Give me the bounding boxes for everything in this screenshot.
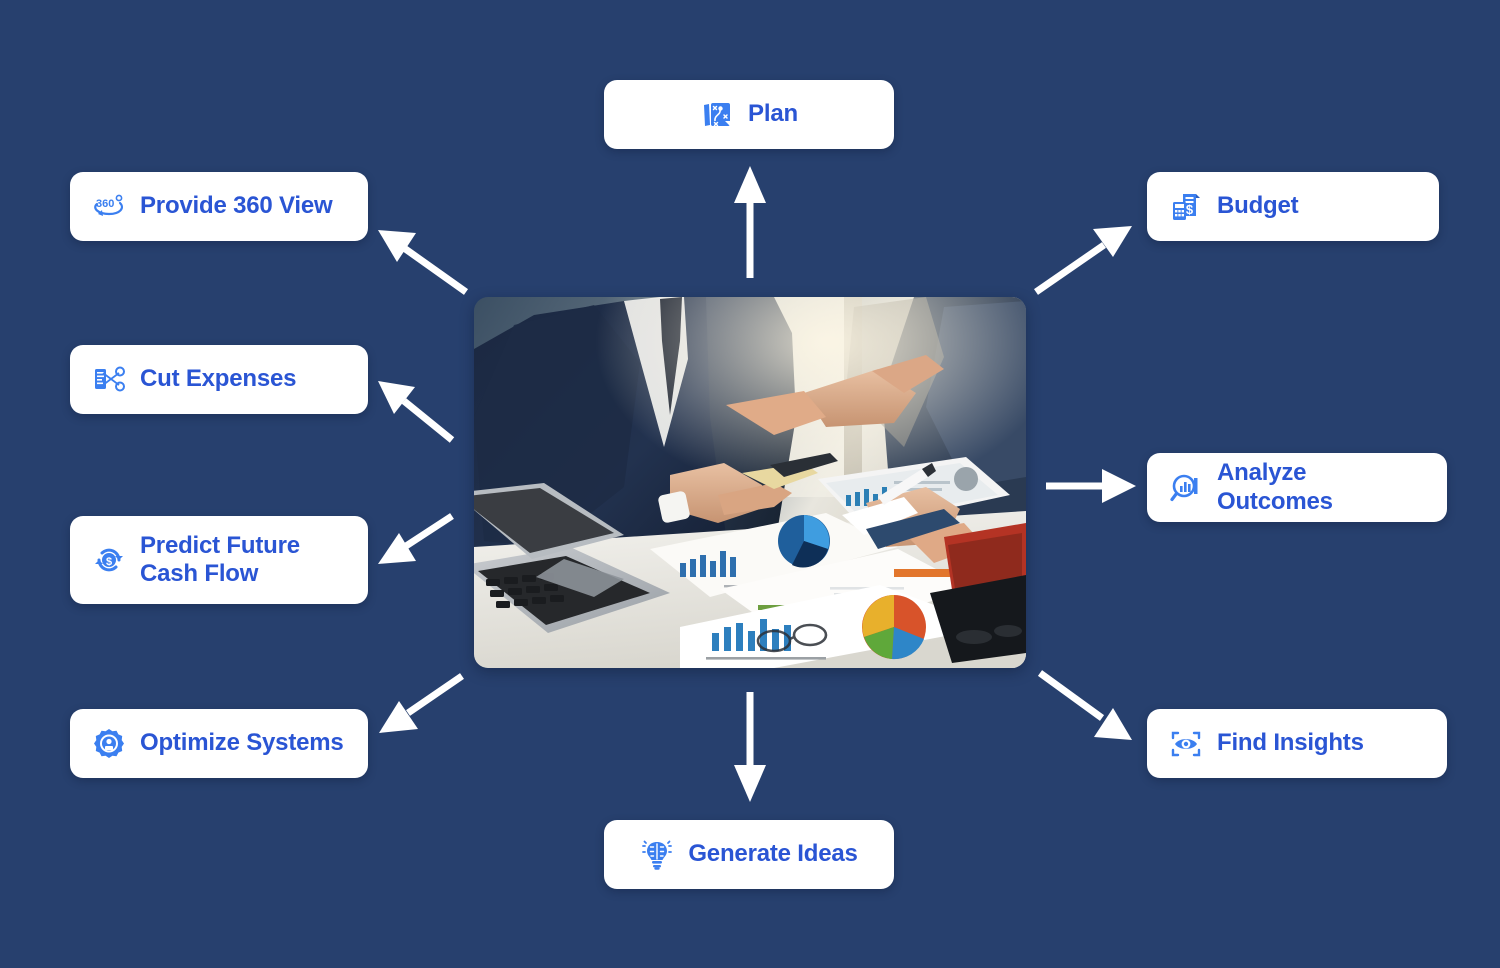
cut-expenses-icon [92,363,126,397]
strategy-plan-icon [700,98,734,132]
card-cut-expenses-label: Cut Expenses [140,365,297,393]
arrow-to-plan [734,166,766,278]
svg-text:$: $ [106,556,112,568]
cash-flow-cycle-icon: $ [92,543,126,577]
card-predict-cash-flow[interactable]: $ Predict Future Cash Flow [70,516,368,604]
card-find-insights[interactable]: Find Insights [1147,709,1447,778]
center-photo [474,297,1026,668]
gear-optimize-icon [92,727,126,761]
card-plan-label: Plan [748,100,798,128]
card-optimize-systems-label: Optimize Systems [140,729,344,757]
card-provide-360-view[interactable]: 360 Provide 360 View [70,172,368,241]
card-generate-ideas-label: Generate Ideas [688,840,858,868]
360-view-icon: 360 [92,190,126,224]
diagram-canvas: .shaft { stroke:#ffffff; stroke-width:7;… [0,0,1500,968]
arrow-to-budget [1034,226,1132,295]
card-find-insights-label: Find Insights [1217,729,1364,757]
arrow-to-provide-360-view [378,230,469,295]
svg-text:$: $ [1186,202,1194,217]
magnifier-chart-icon [1169,471,1203,505]
calculator-invoice-icon: $ [1169,190,1203,224]
card-cut-expenses[interactable]: Cut Expenses [70,345,368,414]
arrow-to-optimize-systems [379,673,464,733]
arrow-to-analyze-outcomes [1046,469,1136,503]
svg-text:360: 360 [96,198,114,210]
card-generate-ideas[interactable]: Generate Ideas [604,820,894,889]
card-budget[interactable]: $ Budget [1147,172,1439,241]
card-budget-label: Budget [1217,192,1299,220]
card-optimize-systems[interactable]: Optimize Systems [70,709,368,778]
card-plan[interactable]: Plan [604,80,894,149]
arrow-to-generate-ideas [734,692,766,802]
arrow-to-predict-cash-flow [378,513,454,564]
eye-scan-icon [1169,727,1203,761]
arrow-to-find-insights [1037,670,1132,740]
brain-bulb-icon [640,838,674,872]
card-analyze-outcomes-label: Analyze Outcomes [1217,459,1333,515]
card-provide-360-view-label: Provide 360 View [140,192,333,220]
card-predict-cash-flow-label: Predict Future Cash Flow [140,531,300,587]
card-analyze-outcomes[interactable]: Analyze Outcomes [1147,453,1447,522]
arrow-to-cut-expenses [378,381,455,443]
